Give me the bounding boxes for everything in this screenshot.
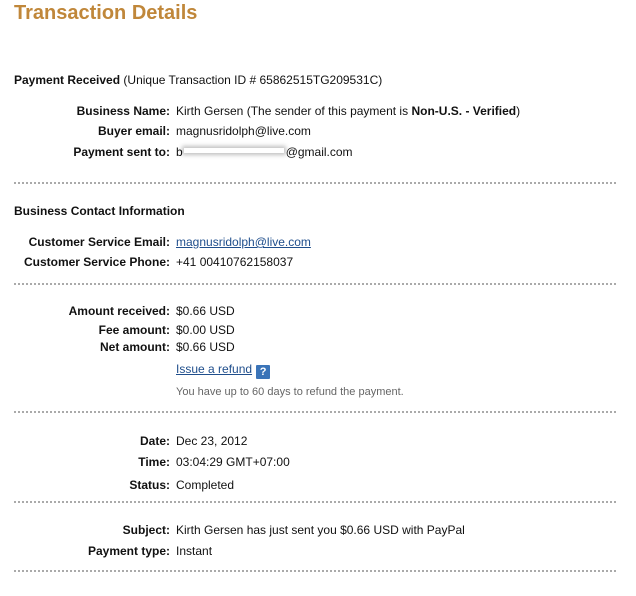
- payment-sent-to-suffix: @gmail.com: [285, 145, 353, 159]
- cs-email-label: Customer Service Email:: [28, 235, 170, 249]
- payment-received-header: Payment Received (Unique Transaction ID …: [14, 72, 382, 88]
- payment-sent-to-prefix: b: [176, 145, 183, 159]
- business-verification-status: Non-U.S. - Verified: [411, 104, 517, 118]
- time-value: 03:04:29 GMT+07:00: [176, 455, 290, 469]
- section-divider: [14, 501, 616, 503]
- transaction-id-note: (Unique Transaction ID # 65862515TG20953…: [123, 73, 383, 87]
- business-name-text: Kirth Gersen (The sender of this payment…: [176, 104, 409, 118]
- date-value: Dec 23, 2012: [176, 434, 248, 448]
- refund-note: You have up to 60 days to refund the pay…: [176, 386, 404, 398]
- payment-received-heading: Payment Received: [14, 73, 121, 87]
- payment-sent-to-value: b @gmail.com: [176, 144, 353, 160]
- business-contact-heading: Business Contact Information: [14, 204, 185, 218]
- time-label: Time:: [138, 455, 170, 469]
- status-label: Status:: [129, 478, 170, 492]
- business-name-value: Kirth Gersen (The sender of this payment…: [176, 103, 520, 119]
- page-title: Transaction Details: [14, 2, 198, 24]
- status-value: Completed: [176, 478, 235, 492]
- section-divider: [14, 182, 616, 184]
- refund-row: Issue a refund?: [176, 361, 271, 379]
- date-label: Date:: [139, 434, 170, 448]
- payment-type-value: Instant: [176, 544, 213, 558]
- subject-label: Subject:: [122, 523, 170, 537]
- net-amount-value: $0.66 USD: [176, 340, 235, 354]
- cs-email-value: magnusridolph@live.com: [176, 234, 311, 250]
- buyer-email-label: Buyer email:: [97, 124, 170, 138]
- cs-email-link[interactable]: magnusridolph@live.com: [176, 235, 311, 249]
- redaction-mark: [183, 148, 284, 153]
- cs-phone-label: Customer Service Phone:: [23, 255, 170, 269]
- buyer-email-value: magnusridolph@live.com: [176, 124, 311, 138]
- section-divider: [14, 283, 616, 285]
- issue-refund-link[interactable]: Issue a refund: [176, 362, 252, 376]
- cs-phone-value: +41 00410762158037: [176, 255, 294, 269]
- amount-received-label: Amount received:: [68, 304, 170, 318]
- section-divider: [14, 411, 616, 413]
- business-name-label: Business Name:: [76, 104, 170, 118]
- question-mark-icon[interactable]: ?: [256, 365, 271, 379]
- section-divider: [14, 570, 616, 572]
- fee-amount-value: $0.00 USD: [176, 323, 235, 337]
- payment-sent-to-label: Payment sent to:: [73, 145, 170, 159]
- net-amount-label: Net amount:: [100, 340, 170, 354]
- subject-value: Kirth Gersen has just sent you $0.66 USD…: [176, 523, 465, 537]
- payment-type-label: Payment type:: [87, 544, 170, 558]
- fee-amount-label: Fee amount:: [98, 323, 170, 337]
- business-name-close-paren: ): [516, 104, 521, 118]
- amount-received-value: $0.66 USD: [176, 304, 235, 318]
